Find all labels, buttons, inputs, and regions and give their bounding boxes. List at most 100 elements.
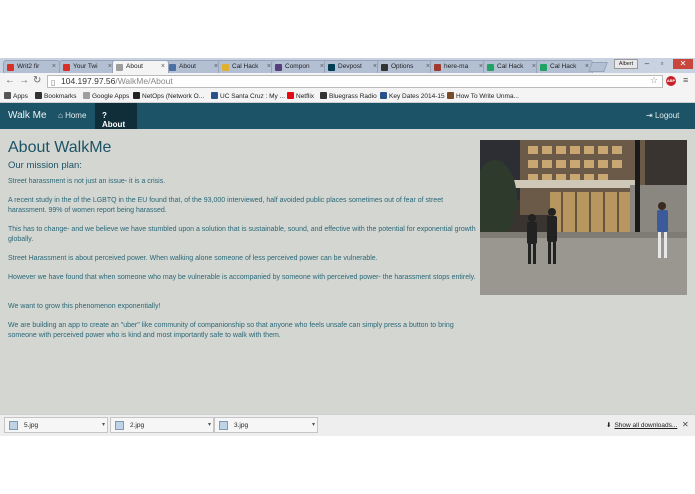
sheets-icon <box>487 64 494 71</box>
sheets-icon <box>540 64 547 71</box>
paragraph-power: Street Harassment is about perceived pow… <box>8 255 378 262</box>
netflix-icon <box>287 92 294 99</box>
page-info-icon[interactable]: ▯ <box>51 77 55 88</box>
browser-tab-strip: Writ2 fir × Your Twi × About × About × Cal Hack ×… <box>0 58 695 73</box>
site-brand[interactable]: Walk Me <box>8 110 47 121</box>
bookmark-label: Key Dates 2014-15 <box>389 93 445 100</box>
browser-tab[interactable]: Cal Hack × <box>218 60 275 73</box>
page-icon <box>116 64 123 71</box>
forward-arrow-icon[interactable]: → <box>19 75 29 86</box>
url-host: 104.197.97.56 <box>61 76 116 86</box>
bookmark-label: NetOps (Network O... <box>142 93 205 100</box>
bookmark-star-icon[interactable]: ☆ <box>650 75 658 86</box>
new-tab-button[interactable] <box>588 62 608 72</box>
url-path: /WalkMe/About <box>115 76 173 86</box>
tab-label: Cal Hack <box>550 63 577 70</box>
bookmark-item[interactable]: How To Write Unma... <box>447 92 519 100</box>
chrome-menu-icon[interactable]: ≡ <box>683 75 688 85</box>
adblock-icon[interactable]: ABP <box>666 76 676 86</box>
reload-icon[interactable]: ↻ <box>33 75 41 86</box>
bookmark-item[interactable]: Netflix <box>287 92 314 100</box>
bookmark-label: Google Apps <box>92 93 130 100</box>
top-blank-area <box>0 0 695 58</box>
tab-label: Your Twi <box>73 63 98 70</box>
paragraph-change: This has to change- and we believe we ha… <box>8 226 476 243</box>
bottom-blank-area <box>0 436 695 494</box>
browser-tab[interactable]: Your Twi × <box>59 60 116 73</box>
tab-label: Writ2 fir <box>17 63 40 70</box>
gmail-icon <box>7 64 14 71</box>
bookmark-item[interactable]: Bookmarks <box>35 92 77 100</box>
browser-tab[interactable]: About × <box>165 60 222 73</box>
bookmark-item[interactable]: Bluegrass Radio <box>320 92 377 100</box>
browser-tab[interactable]: Cal Hack × <box>536 60 593 73</box>
minimize-icon[interactable]: – <box>640 59 654 68</box>
tab-label: here-ma <box>444 63 469 70</box>
back-arrow-icon[interactable]: ← <box>5 75 15 86</box>
paragraph-study: A recent study in the of the LGBTQ in th… <box>8 197 444 214</box>
close-downloads-icon[interactable]: ✕ <box>682 420 689 429</box>
bookmark-label: Bluegrass Radio <box>329 93 377 100</box>
tab-label: About <box>126 63 143 70</box>
browser-tab[interactable]: Writ2 fir × <box>3 60 60 73</box>
tab-label: Options <box>391 63 414 70</box>
bookmark-item[interactable]: Key Dates 2014-15 <box>380 92 445 100</box>
browser-tab[interactable]: Cal Hack × <box>483 60 540 73</box>
browser-tab[interactable]: here-ma × <box>430 60 487 73</box>
bookmark-item[interactable]: Google Apps <box>83 92 129 100</box>
tab-label: Devpost <box>338 63 362 70</box>
show-all-downloads-label: Show all downloads... <box>614 422 678 429</box>
downloads-bar: 5.jpg ▾ 2.jpg ▾ 3.jpg ▾ ⬇ Show all downlo… <box>0 414 695 436</box>
paragraph-app: We are building an app to create an "ube… <box>8 322 454 339</box>
tab-label: Cal Hack <box>497 63 524 70</box>
question-circle-icon: ? <box>102 111 107 120</box>
bookmark-item[interactable]: UC Santa Cruz : My ... <box>211 92 285 100</box>
browser-toolbar: ← → ↻ ▯ 104.197.97.56/WalkMe/About ☆ ABP… <box>0 73 695 90</box>
image-file-icon <box>219 421 228 430</box>
address-bar[interactable]: ▯ 104.197.97.56/WalkMe/About <box>47 75 663 88</box>
browser-tab[interactable]: Devpost × <box>324 60 381 73</box>
tab-label: Compon <box>285 63 310 70</box>
close-tab-icon[interactable]: × <box>52 63 56 70</box>
bookmark-item[interactable]: NetOps (Network O... <box>133 92 204 100</box>
maximize-icon[interactable]: ▫ <box>655 59 669 68</box>
tab-label: About <box>179 63 196 70</box>
browser-tab[interactable]: About × <box>112 60 169 73</box>
nav-home-link[interactable]: ⌂ Home <box>52 103 92 129</box>
github-icon <box>381 64 388 71</box>
image-icon <box>434 64 441 71</box>
browser-tab[interactable]: Options × <box>377 60 434 73</box>
image-file-icon <box>115 421 124 430</box>
site-navbar: Walk Me ⌂ Home ? About ⇥ Logout <box>0 103 695 129</box>
chevron-down-icon[interactable]: ▾ <box>312 421 315 428</box>
download-icon: ⬇ <box>606 422 612 429</box>
chevron-down-icon[interactable]: ▾ <box>208 421 211 428</box>
person-icon <box>169 64 176 71</box>
nav-about-link[interactable]: ? About <box>95 103 137 129</box>
netops-icon <box>133 92 140 99</box>
home-icon: ⌂ <box>58 111 63 120</box>
close-window-icon[interactable]: ✕ <box>673 59 693 69</box>
show-all-downloads-link[interactable]: ⬇ Show all downloads... <box>606 421 677 429</box>
chevron-down-icon[interactable]: ▾ <box>102 421 105 428</box>
profile-button[interactable]: Albert <box>614 59 638 69</box>
download-filename: 5.jpg <box>24 422 39 429</box>
apps-grid-icon <box>4 92 11 99</box>
download-item[interactable]: 3.jpg ▾ <box>214 417 318 433</box>
browser-tab[interactable]: Compon × <box>271 60 328 73</box>
nav-logout-link[interactable]: ⇥ Logout <box>646 111 679 120</box>
bookmark-item[interactable]: Apps <box>4 92 28 100</box>
bookmark-label: Apps <box>13 93 28 100</box>
bookmarks-bar: Apps Bookmarks Google Apps NetOps (Network … <box>0 90 695 103</box>
download-item[interactable]: 5.jpg ▾ <box>4 417 108 433</box>
paragraph-accompanied: However we have found that when someone … <box>8 274 476 281</box>
paragraph-crisis: Street harassment is not just an issue- … <box>8 178 166 185</box>
team-photo <box>480 140 687 295</box>
download-item[interactable]: 2.jpg ▾ <box>110 417 214 433</box>
main-content: About WalkMe Our mission plan: Street ha… <box>0 129 695 414</box>
bookmark-label: Bookmarks <box>44 93 77 100</box>
screenshot: Writ2 fir × Your Twi × About × About × Cal Hack ×… <box>0 0 695 494</box>
tab-label: Cal Hack <box>232 63 259 70</box>
download-filename: 3.jpg <box>234 422 249 429</box>
close-tab-icon[interactable]: × <box>161 63 165 70</box>
